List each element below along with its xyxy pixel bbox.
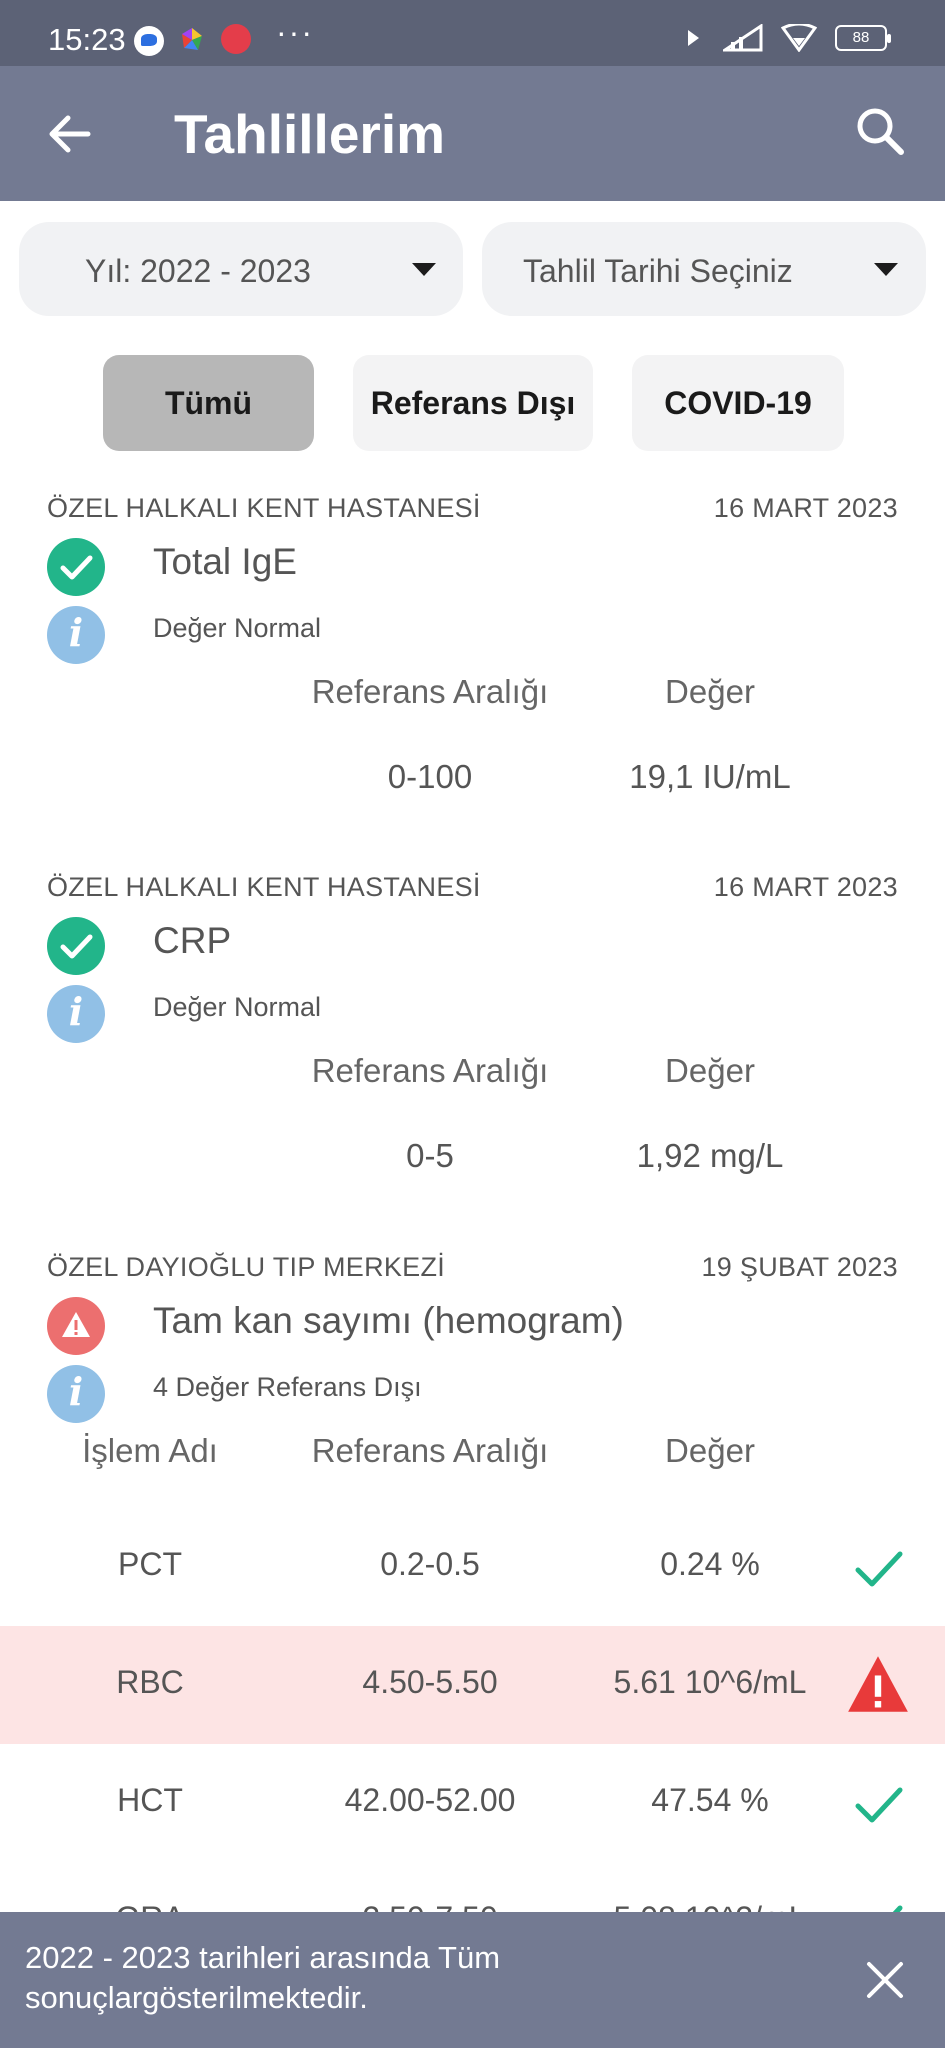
hospital-name: ÖZEL HALKALI KENT HASTANESİ [47, 493, 481, 523]
result-status-text: Değer Normal [153, 992, 322, 1022]
check-circle-icon [47, 538, 105, 596]
test-name: Tam kan sayımı (hemogram) [153, 1300, 624, 1341]
info-icon[interactable]: i [47, 1365, 105, 1423]
table-row[interactable]: HCT 42.00-52.00 47.54 % [0, 1744, 945, 1862]
result-value: 19,1 IU/mL [629, 758, 791, 795]
year-dropdown-label: Yıl: 2022 - 2023 [85, 253, 311, 289]
signal-icon [723, 24, 763, 52]
column-header-name: İşlem Adı [82, 1432, 218, 1469]
column-header-value: Değer [665, 1052, 755, 1089]
row-value: 5.61 10^6/mL [613, 1664, 807, 1700]
wifi-icon [781, 24, 817, 52]
row-reference-range: 4.50-5.50 [362, 1664, 498, 1700]
reference-range: 0-5 [406, 1137, 454, 1174]
chip-all[interactable]: Tümü [103, 355, 314, 451]
info-icon[interactable]: i [47, 606, 105, 664]
arrow-left-icon[interactable] [44, 106, 94, 162]
battery-icon: 88 [835, 25, 891, 51]
chevron-down-icon [874, 263, 898, 276]
close-icon[interactable] [861, 1956, 909, 2004]
result-date: 19 ŞUBAT 2023 [701, 1252, 898, 1282]
reference-range: 0-100 [387, 758, 473, 795]
warning-icon [848, 1656, 908, 1712]
row-reference-range: 0.2-0.5 [380, 1546, 480, 1582]
check-icon [855, 1787, 903, 1823]
chip-covid-19[interactable]: COVID-19 [632, 355, 844, 451]
table-row[interactable]: PCT 0.2-0.5 0.24 % [0, 1508, 945, 1626]
row-value: 47.54 % [651, 1782, 769, 1818]
messages-icon [134, 26, 164, 56]
column-header-reference: Referans Aralığı [311, 1052, 549, 1089]
bluetooth-icon [688, 30, 699, 46]
row-reference-range: 42.00-52.00 [344, 1782, 516, 1818]
result-value: 1,92 mg/L [636, 1137, 784, 1174]
photos-icon [182, 28, 202, 50]
result-date: 16 MART 2023 [713, 872, 898, 902]
column-header-value: Değer [665, 673, 755, 710]
more-notifications-icon: ··· [276, 14, 314, 50]
result-status-text: Değer Normal [153, 613, 322, 643]
chip-out-of-range[interactable]: Referans Dışı [353, 355, 593, 451]
row-value: 0.24 % [660, 1546, 760, 1582]
row-test-name: HCT [117, 1782, 183, 1818]
chevron-down-icon [412, 263, 436, 276]
system-icons: 88 [685, 24, 891, 52]
snackbar-message: 2022 - 2023 tarihleri arasında Tüm sonuç… [25, 1940, 501, 2015]
test-date-dropdown-label: Tahlil Tarihi Seçiniz [523, 253, 793, 289]
search-icon[interactable] [853, 102, 907, 162]
row-test-name: RBC [116, 1664, 184, 1700]
info-icon[interactable]: i [47, 985, 105, 1043]
hospital-name: ÖZEL HALKALI KENT HASTANESİ [47, 872, 481, 902]
test-name: CRP [153, 920, 232, 961]
page-title: Tahlillerim [174, 103, 445, 165]
status-bar: 15:23 ··· 88 [0, 0, 945, 66]
column-header-value: Değer [665, 1432, 755, 1469]
check-icon [855, 1551, 903, 1587]
result-date: 16 MART 2023 [713, 493, 898, 523]
result-status-text: 4 Değer Referans Dışı [153, 1372, 422, 1402]
test-name: Total IgE [153, 541, 297, 582]
app-icon [221, 24, 251, 54]
year-dropdown[interactable]: Yıl: 2022 - 2023 [19, 222, 463, 316]
column-header-reference: Referans Aralığı [311, 673, 549, 710]
hospital-name: ÖZEL DAYIOĞLU TIP MERKEZİ [47, 1252, 446, 1282]
test-date-dropdown[interactable]: Tahlil Tarihi Seçiniz [482, 222, 926, 316]
warning-circle-icon [47, 1297, 105, 1355]
table-row[interactable]: RBC 4.50-5.50 5.61 10^6/mL [0, 1626, 945, 1744]
column-header-reference: Referans Aralığı [311, 1432, 549, 1469]
check-circle-icon [47, 917, 105, 975]
app-bar: Tahlillerim [0, 66, 945, 201]
status-time: 15:23 [48, 22, 126, 57]
snackbar: 2022 - 2023 tarihleri arasında Tüm sonuç… [0, 1912, 945, 2048]
row-test-name: PCT [118, 1546, 182, 1582]
